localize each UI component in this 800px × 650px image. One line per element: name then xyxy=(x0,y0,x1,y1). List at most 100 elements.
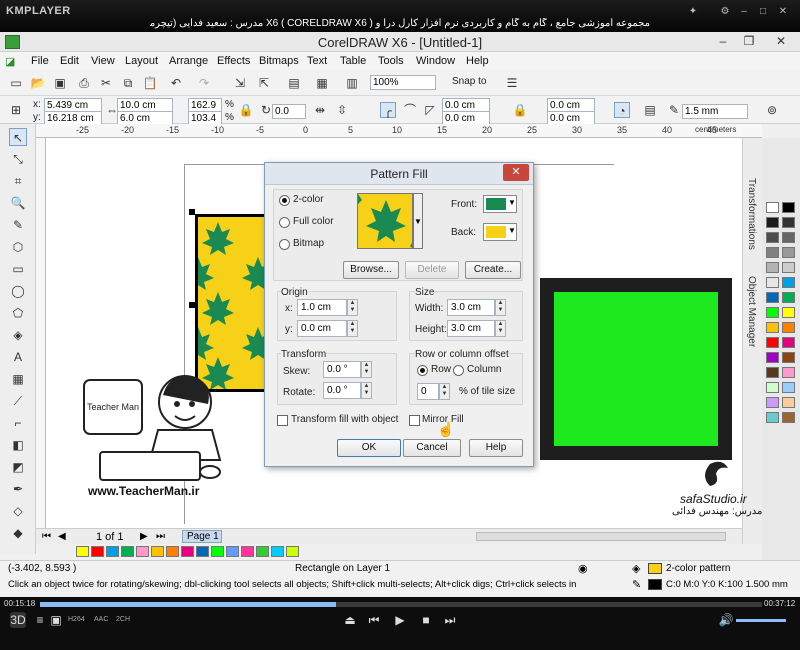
radio-full-color[interactable] xyxy=(279,217,290,228)
document-palette-swatch[interactable] xyxy=(271,546,284,557)
pick-tool-icon[interactable]: ↖ xyxy=(9,128,27,146)
copy-icon[interactable]: ⧉ xyxy=(120,75,136,91)
last-page-icon[interactable]: ⏭ xyxy=(156,531,165,542)
document-palette-swatch[interactable] xyxy=(106,546,119,557)
palette-swatch[interactable] xyxy=(782,262,795,273)
redo-icon[interactable]: ↷ xyxy=(196,75,212,91)
create-button[interactable]: Create... xyxy=(465,261,521,279)
print-icon[interactable]: ⎙ xyxy=(76,75,92,91)
document-palette-swatch[interactable] xyxy=(196,546,209,557)
selection-handle[interactable] xyxy=(189,302,195,308)
app-menu-icon[interactable]: ◪ xyxy=(5,55,15,68)
browse-button[interactable]: Browse... xyxy=(343,261,399,279)
document-palette-swatch[interactable] xyxy=(166,546,179,557)
outline-width-select[interactable]: 1.5 mm xyxy=(682,104,748,119)
menu-text[interactable]: Text xyxy=(307,55,327,67)
menu-bitmaps[interactable]: Bitmaps xyxy=(259,55,299,67)
palette-swatch[interactable] xyxy=(766,352,779,363)
palette-swatch[interactable] xyxy=(782,247,795,258)
close-button[interactable]: ✕ xyxy=(768,34,794,49)
offset-field[interactable]: 0 xyxy=(417,383,439,400)
palette-swatch[interactable] xyxy=(766,322,779,333)
table-tool-icon[interactable]: ▦ xyxy=(9,370,27,388)
palette-swatch[interactable] xyxy=(766,307,779,318)
document-palette-swatch[interactable] xyxy=(226,546,239,557)
palette-swatch[interactable] xyxy=(766,232,779,243)
crop-tool-icon[interactable]: ⌗ xyxy=(9,172,27,190)
options-icon[interactable]: ☰ xyxy=(504,75,520,91)
open-icon[interactable]: 📂 xyxy=(30,75,46,91)
width-field[interactable]: 3.0 cm xyxy=(447,299,495,316)
palette-swatch[interactable] xyxy=(766,262,779,273)
next-icon[interactable]: ⏭ xyxy=(442,612,458,628)
shape-tool-icon[interactable]: ⤡ xyxy=(9,150,27,168)
snap-to-button[interactable]: Snap to xyxy=(452,76,486,87)
text-tool-icon[interactable]: A xyxy=(9,348,27,366)
green-rectangle[interactable] xyxy=(554,292,718,446)
document-palette-swatch[interactable] xyxy=(256,546,269,557)
document-palette-swatch[interactable] xyxy=(76,546,89,557)
palette-swatch[interactable] xyxy=(782,232,795,243)
ok-button[interactable]: OK xyxy=(337,439,401,457)
radio-bitmap[interactable] xyxy=(279,239,290,250)
palette-swatch[interactable] xyxy=(782,352,795,363)
skew-spinner[interactable]: ▲ ▼ xyxy=(361,361,372,378)
menu-view[interactable]: View xyxy=(91,55,115,67)
relative-corner-scaling-icon[interactable]: ◔ xyxy=(614,102,630,118)
menu-effects[interactable]: Effects xyxy=(217,55,250,67)
palette-swatch[interactable] xyxy=(782,277,795,288)
skew-field[interactable]: 0.0 ° xyxy=(323,361,361,378)
height-spinner[interactable]: ▲ ▼ xyxy=(495,320,506,337)
palette-swatch[interactable] xyxy=(766,382,779,393)
document-palette-swatch[interactable] xyxy=(286,546,299,557)
palette-swatch[interactable] xyxy=(782,367,795,378)
palette-swatch[interactable] xyxy=(782,322,795,333)
welcome-screen-icon[interactable]: ▥ xyxy=(344,75,360,91)
3d-icon[interactable]: 3D xyxy=(10,612,26,628)
document-palette-swatch[interactable] xyxy=(121,546,134,557)
export-icon[interactable]: ⇱ xyxy=(256,75,272,91)
pin-icon[interactable]: ✦ xyxy=(686,6,700,18)
menu-edit[interactable]: Edit xyxy=(60,55,79,67)
play-icon[interactable]: ▶ xyxy=(392,612,408,628)
mirror-horizontal-icon[interactable]: ⇹ xyxy=(312,102,328,118)
previous-icon[interactable]: ⏮ xyxy=(366,612,382,628)
minimize-button[interactable]: – xyxy=(710,34,736,49)
document-palette-swatch[interactable] xyxy=(136,546,149,557)
origin-y-field[interactable]: 0.0 cm xyxy=(297,320,347,337)
palette-swatch[interactable] xyxy=(782,412,795,423)
menu-window[interactable]: Window xyxy=(416,55,455,67)
eyedropper-tool-icon[interactable]: ✒ xyxy=(9,480,27,498)
menu-table[interactable]: Table xyxy=(340,55,366,67)
palette-swatch[interactable] xyxy=(766,247,779,258)
transparency-tool-icon[interactable]: ◩ xyxy=(9,458,27,476)
origin-x-spinner[interactable]: ▲ ▼ xyxy=(347,299,358,316)
connector-tool-icon[interactable]: ⌐ xyxy=(9,414,27,432)
width-spinner[interactable]: ▲ ▼ xyxy=(495,299,506,316)
import-icon[interactable]: ⇲ xyxy=(232,75,248,91)
menu-tools[interactable]: Tools xyxy=(378,55,404,67)
color-proof-icon[interactable]: ◉ xyxy=(578,562,588,575)
undo-icon[interactable]: ↶ xyxy=(168,75,184,91)
save-icon[interactable]: ▣ xyxy=(52,75,68,91)
volume-icon[interactable]: 🔊 xyxy=(718,612,734,628)
palette-swatch[interactable] xyxy=(766,292,779,303)
transformations-tab[interactable]: Transformations xyxy=(746,178,757,250)
radio-row[interactable] xyxy=(417,365,428,376)
document-palette-swatch[interactable] xyxy=(151,546,164,557)
lock-corners-icon[interactable]: 🔒 xyxy=(512,102,528,118)
zoom-level-select[interactable]: 100% xyxy=(370,75,436,90)
palette-swatch[interactable] xyxy=(766,367,779,378)
palette-swatch[interactable] xyxy=(782,217,795,228)
pattern-preview[interactable] xyxy=(357,193,413,249)
polygon-tool-icon[interactable]: ⬠ xyxy=(9,304,27,322)
dialog-close-button[interactable]: ✕ xyxy=(503,164,529,181)
close-player-icon[interactable]: ✕ xyxy=(776,6,790,18)
offset-spinner[interactable]: ▲ ▼ xyxy=(439,383,450,400)
blend-tool-icon[interactable]: ◧ xyxy=(9,436,27,454)
palette-swatch[interactable] xyxy=(766,217,779,228)
palette-swatch[interactable] xyxy=(766,412,779,423)
scalloped-corner-icon[interactable]: ⌒ xyxy=(402,102,418,118)
document-palette-swatch[interactable] xyxy=(211,546,224,557)
outline-tool-icon[interactable]: ◇ xyxy=(9,502,27,520)
